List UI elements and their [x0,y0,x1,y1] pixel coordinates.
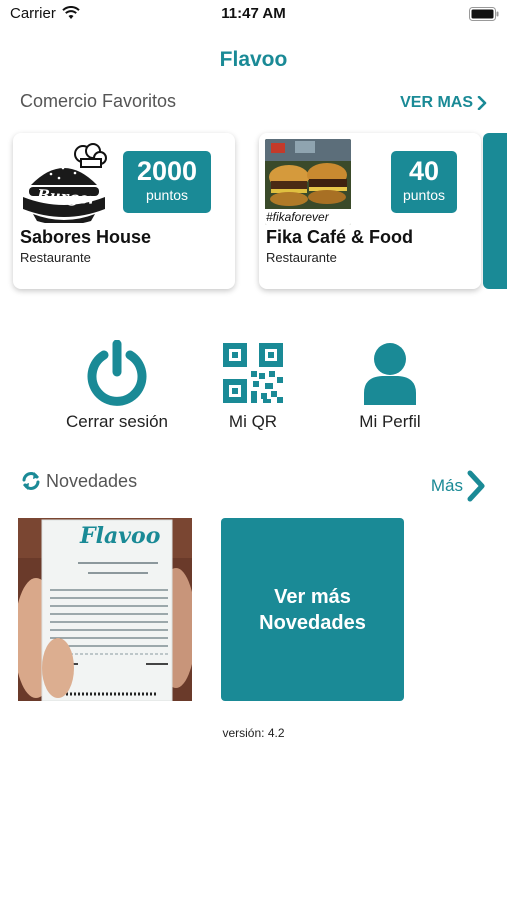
favorite-card-next[interactable] [483,133,507,289]
see-more-news-label: Ver más Novedades [259,585,366,634]
photo-hashtag: #fikaforever [266,210,329,224]
chevron-right-icon [477,96,487,110]
chevron-right-icon [467,470,485,502]
user-icon [364,343,416,405]
my-profile-button[interactable]: Mi Perfil [325,340,455,432]
refresh-icon[interactable] [20,470,42,492]
points-value: 40 [408,156,440,186]
points-value: 2000 [136,156,198,186]
card-name: Sabores House [20,227,152,247]
news-header: Novedades [20,470,137,492]
see-more-news-tile[interactable]: Ver más Novedades [221,518,404,701]
points-badge: 40 puntos [391,151,457,213]
see-more-label: VER MAS [400,94,473,111]
points-label: puntos [402,187,446,203]
qr-code-icon [223,343,283,403]
status-bar: Carrier 11:47 AM [0,0,507,28]
my-profile-label: Mi Perfil [359,412,421,431]
logout-label: Cerrar sesión [65,412,169,431]
favorite-card-sabores-house[interactable]: 2000 puntos Sabores House Restaurante [13,133,235,289]
status-time: 11:47 AM [221,5,286,22]
app-title: Flavoo [219,48,288,71]
favorite-card-fika-cafe[interactable]: #fikaforever 40 puntos Fika Café & Food … [259,133,481,289]
card-name: Fika Café & Food [266,227,414,247]
logout-button[interactable]: Cerrar sesión [52,340,182,432]
receipt-brand-text: Flavoo [80,523,161,549]
see-more-favorites-button[interactable]: VER MAS [400,94,487,112]
app-version: versión: 4.2 [222,726,285,740]
my-qr-button[interactable]: Mi QR [188,340,318,432]
news-title: Novedades [46,470,138,491]
card-type: Restaurante [266,250,337,265]
news-item-photo[interactable]: Flavoo [18,518,192,701]
burger-logo [23,143,107,223]
power-icon [87,340,147,406]
points-label: puntos [145,187,189,203]
my-qr-label: Mi QR [228,412,278,431]
points-badge: 2000 puntos [123,151,211,213]
favorites-title: Comercio Favoritos [20,91,177,111]
card-type: Restaurante [20,250,91,265]
battery-icon [469,7,499,21]
restaurant-photo: #fikaforever [265,139,351,225]
more-news-link[interactable]: Más [431,470,485,502]
more-label: Más [430,476,463,495]
